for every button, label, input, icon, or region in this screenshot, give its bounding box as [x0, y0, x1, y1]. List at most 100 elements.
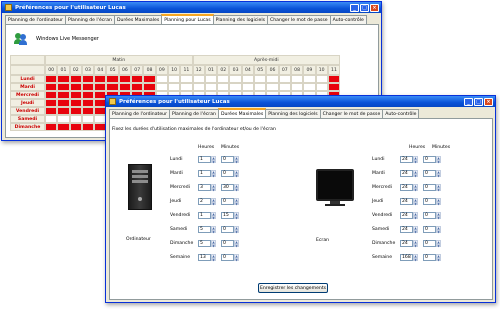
computer-minutes-input-arrows[interactable]: ▲ ▼: [234, 170, 239, 177]
computer-hours-input-arrows[interactable]: ▲ ▼: [211, 254, 216, 261]
hour-slot[interactable]: [57, 75, 70, 83]
computer-minutes-input-arrows[interactable]: ▲ ▼: [234, 240, 239, 247]
hour-slot[interactable]: [69, 123, 82, 131]
computer-minutes-input[interactable]: 0: [221, 240, 234, 247]
screen-hours-input[interactable]: 24: [400, 170, 413, 177]
hour-slot[interactable]: [94, 83, 107, 91]
hour-slot[interactable]: [45, 115, 58, 123]
hour-slot[interactable]: [94, 75, 107, 83]
spin-down-icon[interactable]: ▼: [211, 243, 216, 247]
hour-slot[interactable]: [81, 115, 95, 123]
hour-slot[interactable]: [143, 83, 156, 91]
computer-hours-input-arrows[interactable]: ▲ ▼: [211, 226, 216, 233]
computer-minutes-input-arrows[interactable]: ▲ ▼: [234, 198, 239, 205]
tab-1[interactable]: Planning de l'ordinateur: [109, 109, 170, 118]
computer-minutes-input[interactable]: 0: [221, 198, 234, 205]
computer-hours-input[interactable]: 13: [198, 254, 211, 261]
screen-hours-input-arrows[interactable]: ▲ ▼: [413, 254, 418, 261]
computer-minutes-input[interactable]: 0: [221, 226, 234, 233]
spin-down-icon[interactable]: ▼: [234, 215, 239, 219]
tab-6[interactable]: Auto-contrôle: [382, 109, 420, 118]
screen-hours-input-arrows[interactable]: ▲ ▼: [413, 184, 418, 191]
tab-1[interactable]: Planning de l'ordinateur: [5, 15, 66, 24]
computer-hours-input[interactable]: 2: [198, 198, 211, 205]
screen-hours-input[interactable]: 24: [400, 156, 413, 163]
screen-minutes-input[interactable]: 0: [423, 212, 436, 219]
screen-hours-input-arrows[interactable]: ▲ ▼: [413, 212, 418, 219]
hour-slot[interactable]: [45, 83, 58, 91]
spin-down-icon[interactable]: ▼: [436, 215, 441, 219]
hour-slot[interactable]: [192, 75, 205, 83]
hour-slot[interactable]: [118, 83, 132, 91]
hour-slot[interactable]: [204, 83, 218, 91]
hour-slot[interactable]: [290, 83, 304, 91]
spin-down-icon[interactable]: ▼: [436, 243, 441, 247]
minimize-button[interactable]: _: [464, 97, 473, 106]
hour-slot[interactable]: [45, 75, 58, 83]
hour-slot[interactable]: [229, 75, 242, 83]
hour-slot[interactable]: [266, 83, 279, 91]
title-bar[interactable]: Préférences pour l'utilisateur Lucas _ □…: [2, 2, 381, 13]
save-changes-button[interactable]: Enregistrer les changements: [258, 283, 328, 293]
computer-hours-input-arrows[interactable]: ▲ ▼: [211, 184, 216, 191]
hour-slot[interactable]: [315, 75, 328, 83]
hour-slot[interactable]: [131, 83, 144, 91]
hour-slot[interactable]: [57, 123, 70, 131]
spin-down-icon[interactable]: ▼: [413, 257, 418, 261]
hour-slot[interactable]: [229, 83, 242, 91]
tab-2[interactable]: Planning de l'écran: [64, 15, 115, 24]
hour-slot[interactable]: [327, 75, 341, 83]
tab-3[interactable]: Durées Maximales: [113, 15, 163, 24]
computer-hours-input[interactable]: 3: [198, 184, 211, 191]
hour-slot[interactable]: [81, 123, 95, 131]
screen-minutes-input-arrows[interactable]: ▲ ▼: [436, 198, 441, 205]
spin-down-icon[interactable]: ▼: [413, 201, 418, 205]
spin-down-icon[interactable]: ▼: [234, 159, 239, 163]
spin-down-icon[interactable]: ▼: [234, 229, 239, 233]
close-button[interactable]: ×: [370, 3, 379, 12]
spin-down-icon[interactable]: ▼: [234, 187, 239, 191]
computer-hours-input-arrows[interactable]: ▲ ▼: [211, 198, 216, 205]
screen-minutes-input-arrows[interactable]: ▲ ▼: [436, 226, 441, 233]
hour-slot[interactable]: [69, 99, 82, 107]
maximize-button[interactable]: □: [474, 97, 483, 106]
hour-slot[interactable]: [69, 91, 82, 99]
hour-slot[interactable]: [81, 75, 95, 83]
screen-minutes-input[interactable]: 0: [423, 254, 436, 261]
tab-5[interactable]: Planning des logiciels: [212, 15, 269, 24]
screen-hours-input-arrows[interactable]: ▲ ▼: [413, 240, 418, 247]
computer-minutes-input-arrows[interactable]: ▲ ▼: [234, 212, 239, 219]
spin-down-icon[interactable]: ▼: [234, 243, 239, 247]
hour-slot[interactable]: [143, 75, 156, 83]
hour-slot[interactable]: [69, 83, 82, 91]
hour-slot[interactable]: [57, 115, 70, 123]
hour-slot[interactable]: [204, 75, 218, 83]
screen-minutes-input[interactable]: 0: [423, 226, 436, 233]
computer-hours-input[interactable]: 1: [198, 170, 211, 177]
computer-hours-input-arrows[interactable]: ▲ ▼: [211, 156, 216, 163]
spin-down-icon[interactable]: ▼: [436, 229, 441, 233]
tab-2[interactable]: Planning de l'écran: [168, 109, 219, 118]
hour-slot[interactable]: [45, 123, 58, 131]
spin-down-icon[interactable]: ▼: [211, 215, 216, 219]
hour-slot[interactable]: [278, 75, 291, 83]
spin-down-icon[interactable]: ▼: [413, 229, 418, 233]
screen-minutes-input[interactable]: 0: [423, 156, 436, 163]
hour-slot[interactable]: [315, 83, 328, 91]
tab-5[interactable]: Changer le mot de passe: [319, 109, 384, 118]
spin-down-icon[interactable]: ▼: [413, 159, 418, 163]
hour-slot[interactable]: [241, 83, 255, 91]
spin-down-icon[interactable]: ▼: [234, 173, 239, 177]
spin-down-icon[interactable]: ▼: [211, 257, 216, 261]
tab-3[interactable]: Durées Maximales: [217, 108, 267, 118]
hour-slot[interactable]: [167, 83, 181, 91]
screen-hours-input[interactable]: 24: [400, 226, 413, 233]
spin-down-icon[interactable]: ▼: [234, 257, 239, 261]
hour-slot[interactable]: [57, 83, 70, 91]
computer-minutes-input-arrows[interactable]: ▲ ▼: [234, 184, 239, 191]
spin-down-icon[interactable]: ▼: [234, 201, 239, 205]
tab-7[interactable]: Auto-contrôle: [329, 15, 367, 24]
screen-minutes-input[interactable]: 0: [423, 198, 436, 205]
computer-hours-input[interactable]: 5: [198, 240, 211, 247]
hour-slot[interactable]: [327, 83, 341, 91]
